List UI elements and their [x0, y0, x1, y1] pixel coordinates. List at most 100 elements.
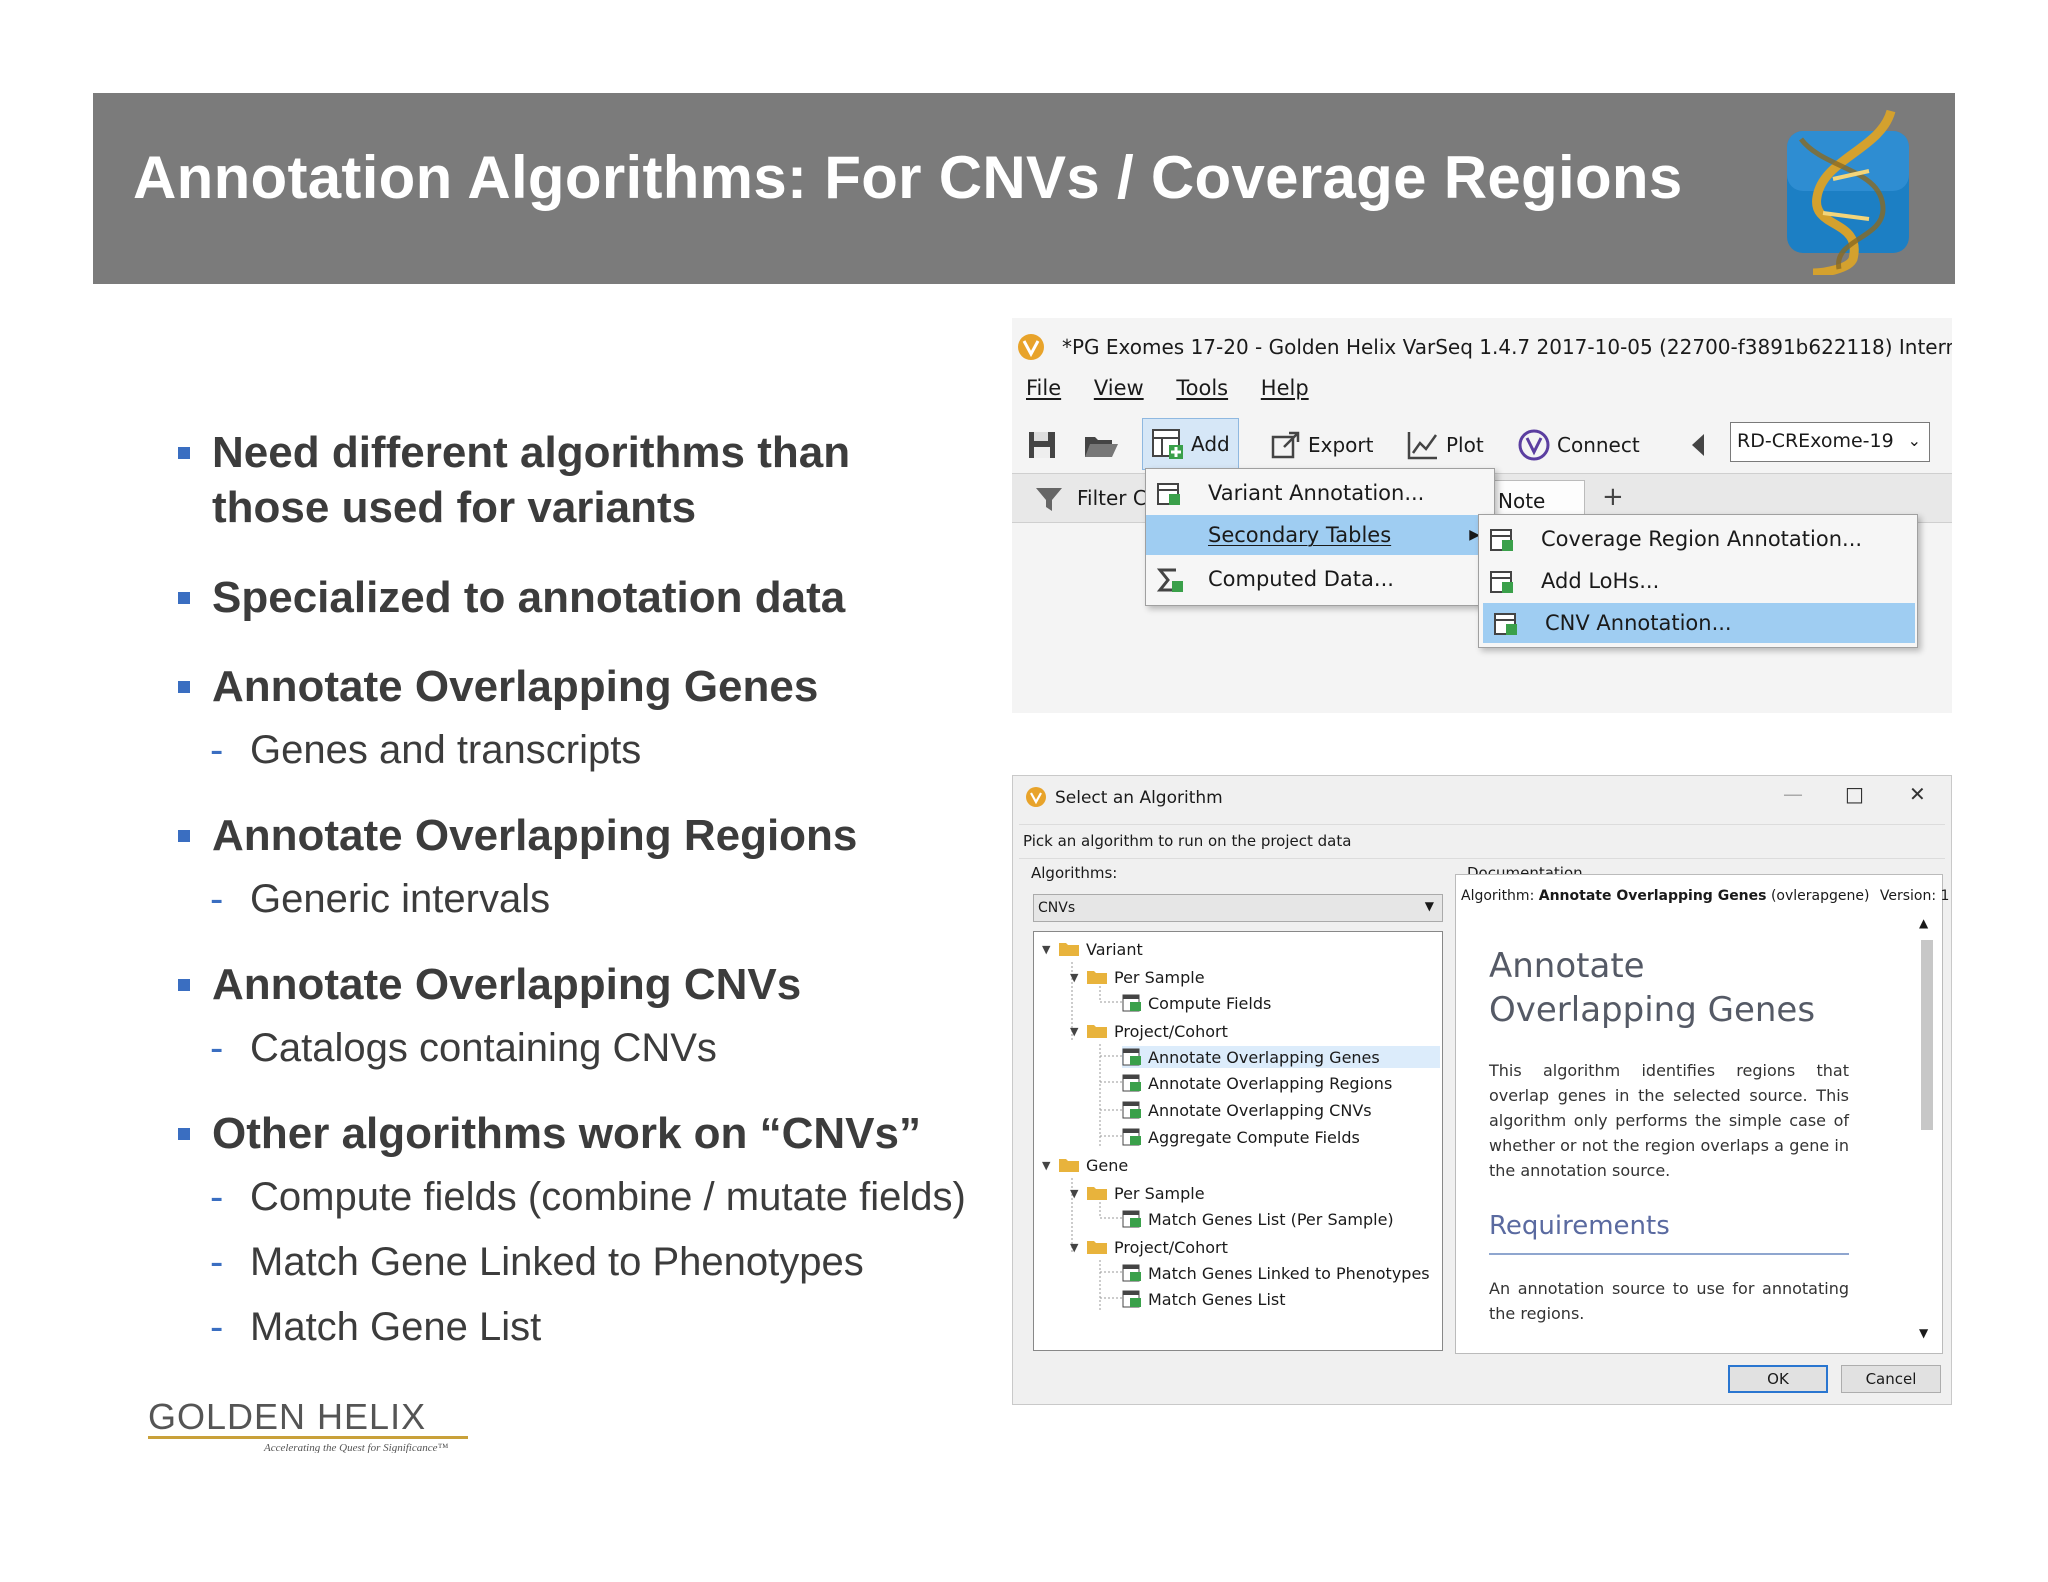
folder-icon — [1087, 971, 1107, 984]
bullet-item: Other algorithms work on “CNVs” — [170, 1106, 1010, 1161]
tree-item-match-genes-list-per-sample[interactable]: Match Genes List (Per Sample) — [1122, 1208, 1394, 1230]
chart-icon — [1407, 432, 1438, 460]
algorithm-icon — [1122, 1210, 1141, 1228]
expand-triangle-icon[interactable]: ▼ — [1070, 1187, 1086, 1200]
algorithm-icon — [1122, 994, 1141, 1012]
close-icon[interactable]: ✕ — [1909, 782, 1926, 806]
doc-scrollbar[interactable]: ▲ ▼ — [1915, 916, 1937, 1346]
tree-node-project-cohort[interactable]: ▼ Project/Cohort — [1070, 1020, 1228, 1042]
tree-node-per-sample[interactable]: ▼ Per Sample — [1070, 966, 1205, 988]
tree-item-annotate-overlapping-cnvs[interactable]: Annotate Overlapping CNVs — [1122, 1099, 1372, 1121]
expand-triangle-icon[interactable]: ▼ — [1042, 1159, 1058, 1172]
algorithm-icon — [1122, 1264, 1141, 1282]
folder-open-icon — [1085, 437, 1118, 457]
bullet-square-icon — [178, 830, 190, 842]
tree-item-aggregate-compute-fields[interactable]: Aggregate Compute Fields — [1122, 1126, 1360, 1148]
algorithm-category-select[interactable]: CNVs ▼ — [1033, 894, 1443, 922]
open-button[interactable] — [1082, 426, 1126, 464]
tree-item-match-genes-linked-to-phenotypes[interactable]: Match Genes Linked to Phenotypes — [1122, 1262, 1430, 1284]
logo-brand-text: GOLDEN HELIX — [148, 1396, 426, 1437]
add-button[interactable]: Add — [1142, 418, 1239, 470]
dna-helix-icon — [1787, 109, 1909, 275]
expand-triangle-icon[interactable]: ▼ — [1042, 943, 1058, 956]
export-icon — [1271, 431, 1300, 459]
table-icon — [1490, 529, 1513, 551]
menu-bar: File View Tools Help — [1026, 376, 1335, 400]
algorithm-icon — [1122, 1074, 1141, 1092]
sub-bullet-item: - Compute fields (combine / mutate field… — [210, 1175, 966, 1219]
minimize-icon[interactable]: — — [1783, 782, 1803, 806]
bullet-list: Need different algorithms than those use… — [170, 425, 1010, 1352]
menu-view[interactable]: View — [1094, 376, 1144, 400]
scroll-thumb[interactable] — [1921, 940, 1933, 1130]
bullet-item: Need different algorithms than those use… — [170, 425, 1010, 535]
folder-icon — [1059, 1159, 1079, 1172]
tree-node-gene-project-cohort[interactable]: ▼ Project/Cohort — [1070, 1236, 1228, 1258]
bullet-item: Annotate Overlapping Genes — [170, 659, 1010, 714]
dialog-title: Select an Algorithm — [1055, 788, 1223, 808]
tree-node-gene-per-sample[interactable]: ▼ Per Sample — [1070, 1182, 1205, 1204]
maximize-icon[interactable]: □ — [1845, 782, 1864, 806]
cancel-button[interactable]: Cancel — [1841, 1365, 1941, 1393]
algorithm-icon — [1122, 1290, 1141, 1308]
divider — [1489, 1253, 1849, 1255]
scroll-down-icon[interactable]: ▼ — [1919, 1326, 1928, 1340]
tree-item-compute-fields[interactable]: Compute Fields — [1122, 992, 1271, 1014]
back-arrow-icon[interactable] — [1688, 426, 1714, 464]
tree-node-gene[interactable]: ▼ Gene — [1042, 1154, 1128, 1176]
expand-triangle-icon[interactable]: ▼ — [1070, 1241, 1086, 1254]
save-button[interactable] — [1026, 426, 1064, 464]
doc-requirements-heading: Requirements — [1489, 1211, 1670, 1241]
sub-bullet-item: - Match Gene List — [210, 1305, 542, 1349]
tree-node-variant[interactable]: ▼ Variant — [1042, 938, 1143, 960]
menu-item-computed-data[interactable]: Computed Data... — [1146, 559, 1494, 599]
dropdown-arrow-icon: ▼ — [1424, 899, 1434, 913]
add-table-icon — [1152, 429, 1183, 459]
bullet-item: Annotate Overlapping CNVs — [170, 957, 1010, 1012]
filter-tab-label[interactable]: Filter C — [1077, 486, 1147, 510]
algorithms-label: Algorithms: — [1031, 864, 1118, 882]
tree-item-match-genes-list[interactable]: Match Genes List — [1122, 1288, 1286, 1310]
menu-item-cnv-annotation[interactable]: CNV Annotation... — [1483, 603, 1915, 643]
add-tab-plus-icon[interactable]: + — [1602, 482, 1624, 512]
connect-v-icon — [1518, 429, 1550, 461]
menu-item-variant-annotation[interactable]: Variant Annotation... — [1146, 473, 1494, 513]
plot-button[interactable]: Plot — [1406, 426, 1484, 464]
expand-triangle-icon[interactable]: ▼ — [1070, 1025, 1086, 1038]
sub-bullet-item: - Generic intervals — [210, 877, 551, 921]
golden-helix-logo: GOLDEN HELIX Accelerating the Quest for … — [148, 1396, 468, 1453]
folder-icon — [1059, 943, 1079, 956]
save-icon — [1029, 432, 1055, 458]
sigma-icon — [1156, 568, 1183, 592]
tree-item-annotate-overlapping-regions[interactable]: Annotate Overlapping Regions — [1122, 1072, 1392, 1094]
bullet-item: Annotate Overlapping Regions — [170, 808, 1010, 863]
menu-file[interactable]: File — [1026, 376, 1061, 400]
menu-item-secondary-tables[interactable]: Secondary Tables ▶ — [1146, 515, 1494, 555]
folder-icon — [1087, 1241, 1107, 1254]
connect-button[interactable]: Connect — [1517, 426, 1640, 464]
expand-triangle-icon[interactable]: ▼ — [1070, 971, 1086, 984]
bullet-square-icon — [178, 447, 190, 459]
bullet-square-icon — [178, 979, 190, 991]
slide-title: Annotation Algorithms: For CNVs / Covera… — [133, 144, 1683, 211]
ok-button[interactable]: OK — [1728, 1365, 1828, 1393]
menu-item-coverage-region-annotation[interactable]: Coverage Region Annotation... — [1479, 519, 1917, 559]
folder-icon — [1087, 1187, 1107, 1200]
varseq-logo-icon — [1026, 787, 1046, 807]
export-button[interactable]: Export — [1270, 426, 1373, 464]
table-icon — [1494, 613, 1517, 635]
algorithm-tree: ▼ Variant ▼ Per Sample Compute Fields ▼ … — [1033, 931, 1443, 1351]
scroll-up-icon[interactable]: ▲ — [1919, 916, 1928, 930]
divider — [1019, 858, 1945, 859]
algorithm-info-line: Algorithm: Annotate Overlapping Genes (o… — [1461, 888, 1950, 904]
table-icon — [1490, 571, 1513, 593]
menu-help[interactable]: Help — [1261, 376, 1309, 400]
menu-item-add-lohs[interactable]: Add LoHs... — [1479, 561, 1917, 601]
tree-item-annotate-overlapping-genes[interactable]: Annotate Overlapping Genes — [1122, 1046, 1440, 1068]
algorithm-icon — [1122, 1128, 1141, 1146]
secondary-tables-submenu: Coverage Region Annotation... Add LoHs..… — [1478, 514, 1918, 648]
bullet-square-icon — [178, 681, 190, 693]
project-select[interactable]: RD-CRExome-19 ⌄ — [1730, 422, 1930, 462]
menu-tools[interactable]: Tools — [1176, 376, 1228, 400]
table-icon — [1157, 483, 1180, 505]
